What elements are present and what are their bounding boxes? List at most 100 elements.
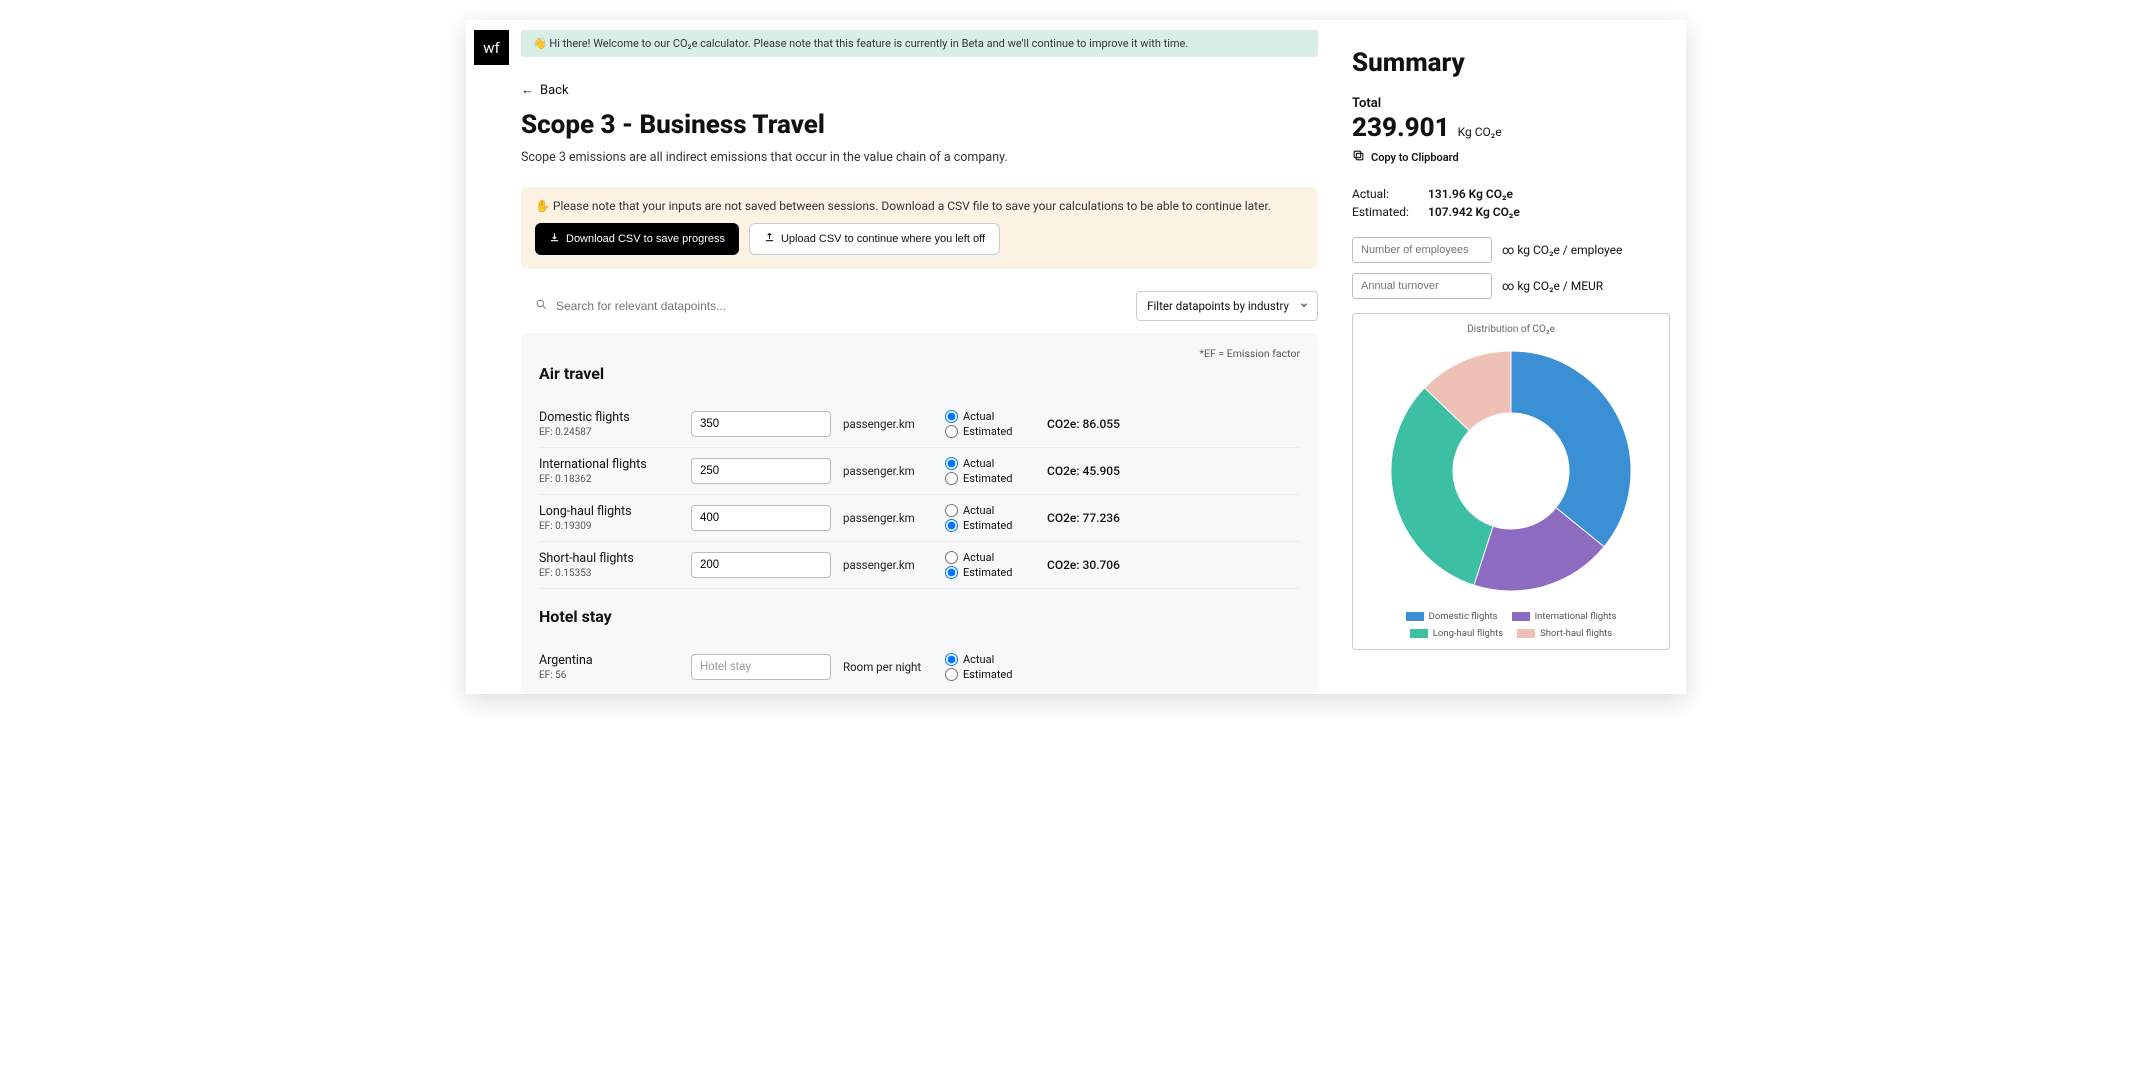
search-icon	[535, 298, 548, 314]
legend-label: Long-haul flights	[1433, 628, 1503, 639]
row-unit: passenger.km	[843, 464, 933, 478]
row-shorthaul-flights: Short-haul flights EF: 0.15353 passenger…	[539, 542, 1300, 589]
row-ef: EF: 56	[539, 670, 679, 681]
domestic-value-input[interactable]	[691, 411, 831, 437]
radio-input[interactable]	[945, 410, 958, 423]
radio-estimated[interactable]: Estimated	[945, 566, 1035, 579]
row-co2e: CO2e: 77.236	[1047, 511, 1167, 525]
search-input[interactable]	[556, 299, 856, 313]
radio-input[interactable]	[945, 653, 958, 666]
legend-swatch	[1410, 629, 1428, 638]
download-csv-label: Download CSV to save progress	[566, 233, 725, 245]
radio-input[interactable]	[945, 519, 958, 532]
radio-estimated[interactable]: Estimated	[945, 519, 1035, 532]
legend-label: Short-haul flights	[1540, 628, 1612, 639]
page-subtitle: Scope 3 emissions are all indirect emiss…	[521, 150, 1318, 165]
radio-input[interactable]	[945, 551, 958, 564]
row-label: International flights	[539, 457, 679, 472]
industry-filter-label: Filter datapoints by industry	[1147, 299, 1289, 313]
radio-input[interactable]	[945, 668, 958, 681]
actual-value: 131.96 Kg CO₂e	[1428, 187, 1513, 201]
chevron-down-icon	[1299, 299, 1309, 313]
per-employee-out: ∞ kg CO₂e / employee	[1502, 243, 1622, 257]
radio-input[interactable]	[945, 566, 958, 579]
csv-notice-text: ✋ Please note that your inputs are not s…	[535, 199, 1304, 213]
radio-input[interactable]	[945, 457, 958, 470]
turnover-input[interactable]	[1352, 273, 1492, 299]
legend-item: Domestic flights	[1406, 611, 1498, 622]
radio-input[interactable]	[945, 472, 958, 485]
copy-label: Copy to Clipboard	[1371, 151, 1459, 164]
back-label: Back	[540, 83, 569, 98]
radio-actual[interactable]: Actual	[945, 551, 1035, 564]
legend-item: Long-haul flights	[1410, 628, 1503, 639]
donut-chart-svg	[1381, 341, 1641, 601]
radio-input[interactable]	[945, 425, 958, 438]
legend-label: International flights	[1535, 611, 1617, 622]
legend-swatch	[1406, 612, 1424, 621]
download-icon	[549, 232, 560, 246]
copy-icon	[1352, 149, 1365, 165]
legend-label: Domestic flights	[1429, 611, 1498, 622]
arrow-left-icon: ←	[521, 82, 534, 98]
radio-estimated[interactable]: Estimated	[945, 668, 1035, 681]
row-unit: passenger.km	[843, 511, 933, 525]
page-title: Scope 3 - Business Travel	[521, 110, 1318, 140]
row-domestic-flights: Domestic flights EF: 0.24587 passenger.k…	[539, 401, 1300, 448]
row-co2e: CO2e: 45.905	[1047, 464, 1167, 478]
row-ef: EF: 0.19309	[539, 521, 679, 532]
intl-value-input[interactable]	[691, 458, 831, 484]
radio-estimated[interactable]: Estimated	[945, 425, 1035, 438]
row-international-flights: International flights EF: 0.18362 passen…	[539, 448, 1300, 495]
summary-panel: Summary Total 239.901 Kg CO₂e Copy to Cl…	[1336, 20, 1686, 694]
total-value: 239.901	[1352, 113, 1450, 143]
total-unit: Kg CO₂e	[1458, 125, 1502, 139]
argentina-value-input[interactable]	[691, 654, 831, 680]
industry-filter-select[interactable]: Filter datapoints by industry	[1136, 291, 1318, 321]
data-panel: *EF = Emission factor Air travel Domesti…	[521, 333, 1318, 694]
estimated-label: Estimated:	[1352, 205, 1428, 219]
employees-input[interactable]	[1352, 237, 1492, 263]
legend-swatch	[1517, 629, 1535, 638]
shorthaul-value-input[interactable]	[691, 552, 831, 578]
section-air-travel-title: Air travel	[539, 364, 1300, 383]
total-label: Total	[1352, 96, 1670, 111]
ef-note: *EF = Emission factor	[539, 347, 1300, 360]
row-hotel-argentina: Argentina EF: 56 Room per night Actual E…	[539, 644, 1300, 690]
download-csv-button[interactable]: Download CSV to save progress	[535, 223, 739, 255]
legend-item: Short-haul flights	[1517, 628, 1612, 639]
back-button[interactable]: ← Back	[521, 82, 569, 98]
radio-estimated[interactable]: Estimated	[945, 472, 1035, 485]
estimated-value: 107.942 Kg CO₂e	[1428, 205, 1520, 219]
longhaul-value-input[interactable]	[691, 505, 831, 531]
row-longhaul-flights: Long-haul flights EF: 0.19309 passenger.…	[539, 495, 1300, 542]
per-turnover-out: ∞ kg CO₂e / MEUR	[1502, 279, 1603, 293]
summary-title: Summary	[1352, 48, 1670, 78]
upload-csv-label: Upload CSV to continue where you left of…	[781, 233, 985, 245]
upload-csv-button[interactable]: Upload CSV to continue where you left of…	[749, 223, 1000, 255]
upload-icon	[764, 232, 775, 246]
copy-to-clipboard-button[interactable]: Copy to Clipboard	[1352, 149, 1670, 165]
row-unit: passenger.km	[843, 558, 933, 572]
radio-actual[interactable]: Actual	[945, 504, 1035, 517]
radio-actual[interactable]: Actual	[945, 410, 1035, 423]
row-co2e: CO2e: 86.055	[1047, 417, 1167, 431]
chart-legend: Domestic flights International flights Lon…	[1361, 611, 1661, 639]
row-ef: EF: 0.24587	[539, 427, 679, 438]
legend-item: International flights	[1512, 611, 1617, 622]
row-label: Argentina	[539, 653, 679, 668]
row-label: Domestic flights	[539, 410, 679, 425]
row-label: Short-haul flights	[539, 551, 679, 566]
search-box[interactable]	[521, 298, 1116, 314]
radio-actual[interactable]: Actual	[945, 457, 1035, 470]
radio-actual[interactable]: Actual	[945, 653, 1035, 666]
row-label: Long-haul flights	[539, 504, 679, 519]
row-unit: passenger.km	[843, 417, 933, 431]
csv-notice-box: ✋ Please note that your inputs are not s…	[521, 187, 1318, 269]
legend-swatch	[1512, 612, 1530, 621]
row-ef: EF: 0.15353	[539, 568, 679, 579]
main-column: 👋 Hi there! Welcome to our CO₂e calculat…	[466, 20, 1336, 694]
radio-input[interactable]	[945, 504, 958, 517]
distribution-chart: Distribution of CO₂e Domestic flightsInt…	[1352, 313, 1670, 650]
app-window: wf 👋 Hi there! Welcome to our CO₂e calcu…	[466, 20, 1686, 694]
